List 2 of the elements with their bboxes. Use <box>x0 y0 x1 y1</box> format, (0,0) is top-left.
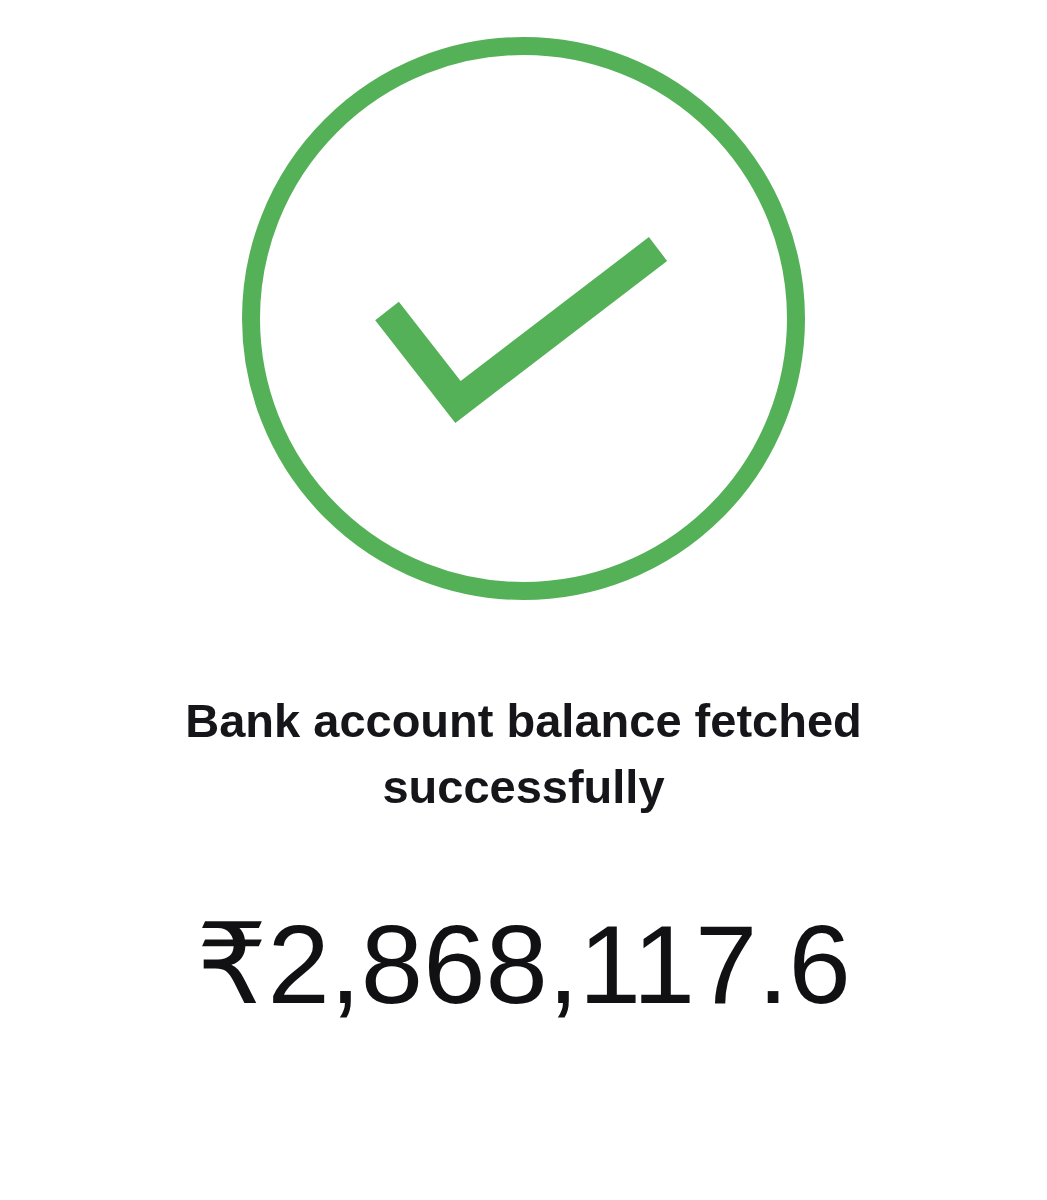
balance-amount: ₹2,868,117.6 <box>196 901 851 1029</box>
status-message: Bank account balance fetched successfully <box>184 693 863 815</box>
